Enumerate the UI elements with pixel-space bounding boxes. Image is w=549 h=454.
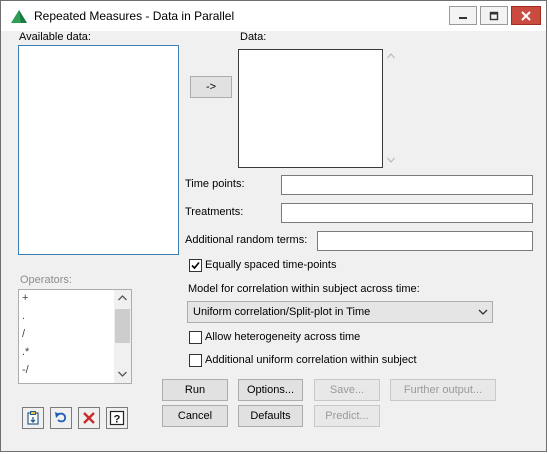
operators-label: Operators: [20,274,72,286]
save-button[interactable]: Save... [314,379,380,401]
operator-item[interactable]: / [22,328,25,340]
treatments-label: Treatments: [185,206,244,218]
maximize-button[interactable] [480,6,508,25]
heterogeneity-checkbox[interactable] [189,331,202,344]
operators-scrollbar[interactable] [114,290,131,383]
data-label: Data: [240,31,267,43]
close-icon [521,10,531,21]
model-correlation-select[interactable]: Uniform correlation/Split-plot in Time [187,301,493,323]
clear-button[interactable] [78,407,100,429]
scrollbar-thumb[interactable] [115,309,130,343]
additional-random-terms-label: Additional random terms: [185,234,308,246]
additional-random-terms-field[interactable] [317,231,533,251]
available-data-list[interactable] [18,45,179,255]
help-button[interactable]: ? [106,407,128,429]
data-scroll-down-icon[interactable] [387,157,395,163]
data-list[interactable] [238,49,383,168]
checkmark-icon [191,261,200,270]
clear-icon [83,412,95,424]
further-output-button[interactable]: Further output... [390,379,496,401]
copy-to-clipboard-button[interactable] [22,407,44,429]
help-icon: ? [109,410,125,426]
cancel-button[interactable]: Cancel [162,405,228,427]
predict-button[interactable]: Predict... [314,405,380,427]
window-title: Repeated Measures - Data in Parallel [34,9,235,23]
time-points-label: Time points: [185,178,245,190]
svg-text:?: ? [114,414,121,426]
options-button[interactable]: Options... [238,379,303,401]
model-correlation-value: Uniform correlation/Split-plot in Time [193,306,371,318]
uniform-correlation-checkbox[interactable] [189,354,202,367]
available-data-label: Available data: [19,31,91,43]
time-points-field[interactable] [281,175,533,195]
scroll-up-icon[interactable] [118,295,127,301]
operator-item[interactable]: + [22,292,28,304]
minimize-button[interactable] [449,6,477,25]
dialog-body: Available data: -> Data: Time points: Tr… [1,31,546,451]
title-bar[interactable]: Repeated Measures - Data in Parallel [1,1,546,31]
move-to-data-button[interactable]: -> [190,76,232,98]
chevron-down-icon [478,309,488,315]
minimize-icon [459,16,467,19]
operator-item[interactable]: .* [22,346,29,358]
dialog-window: Repeated Measures - Data in Parallel Ava… [0,0,547,452]
scroll-down-icon[interactable] [118,371,127,377]
heterogeneity-label: Allow heterogeneity across time [205,331,361,343]
model-correlation-label: Model for correlation within subject acr… [188,283,420,295]
run-button[interactable]: Run [162,379,228,401]
undo-button[interactable] [50,407,72,429]
data-scroll-up-icon[interactable] [387,53,395,59]
genstat-triangle-icon [11,10,27,23]
uniform-correlation-label: Additional uniform correlation within su… [205,354,417,366]
treatments-field[interactable] [281,203,533,223]
operators-list[interactable]: + . / .* -/ [18,289,132,384]
undo-icon [55,412,67,423]
defaults-button[interactable]: Defaults [238,405,303,427]
maximize-icon [489,11,499,20]
operator-item[interactable]: -/ [22,364,29,376]
equally-spaced-label: Equally spaced time-points [205,259,337,271]
close-button[interactable] [511,6,541,25]
clipboard-icon [27,411,39,425]
equally-spaced-checkbox[interactable] [189,259,202,272]
operator-item[interactable]: . [22,310,25,322]
